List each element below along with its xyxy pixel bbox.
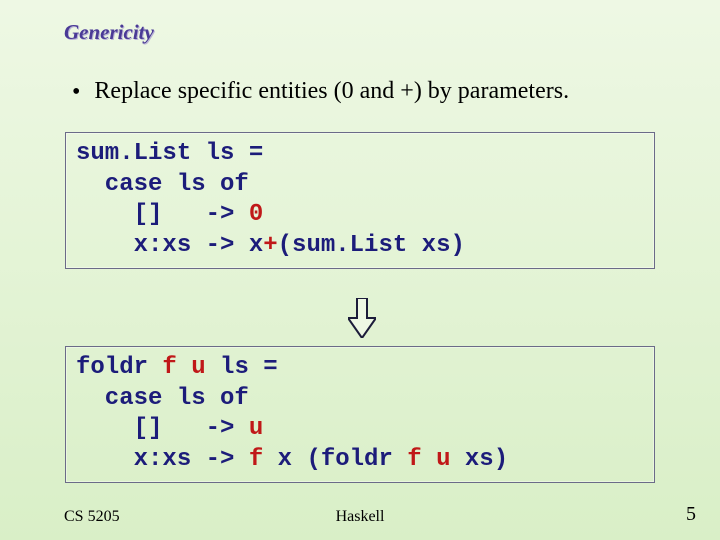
down-arrow-icon xyxy=(348,298,376,338)
code-line: (sum.List xs) xyxy=(278,232,465,259)
code-highlight: + xyxy=(263,232,277,259)
code-sumlist: sum.List ls = case ls of [] -> 0 x:xs ->… xyxy=(76,139,644,262)
bullet-marker: • xyxy=(72,80,80,104)
code-line: ls = xyxy=(206,354,278,381)
code-line: case ls of xyxy=(76,385,249,412)
code-box-sumlist: sum.List ls = case ls of [] -> 0 x:xs ->… xyxy=(65,132,655,269)
code-line: sum.List ls = xyxy=(76,140,263,167)
code-box-foldr: foldr f u ls = case ls of [] -> u x:xs -… xyxy=(65,346,655,483)
code-line: x:xs -> x xyxy=(76,232,263,259)
bullet-text: Replace specific entities (0 and +) by p… xyxy=(94,78,569,105)
code-highlight: 0 xyxy=(249,201,263,228)
code-line: x (foldr xyxy=(263,446,407,473)
code-highlight: f u xyxy=(162,354,205,381)
code-line: x:xs -> xyxy=(76,446,249,473)
code-line: xs) xyxy=(450,446,508,473)
code-highlight: u xyxy=(249,415,263,442)
bullet-row: • Replace specific entities (0 and +) by… xyxy=(72,78,569,105)
footer-page-number: 5 xyxy=(686,503,696,526)
code-line: case ls of xyxy=(76,171,249,198)
code-line: foldr xyxy=(76,354,162,381)
code-highlight: f xyxy=(249,446,263,473)
footer-topic: Haskell xyxy=(0,508,720,526)
code-highlight: f u xyxy=(407,446,450,473)
code-line: [] -> xyxy=(76,201,249,228)
slide-title: Genericity xyxy=(64,20,154,45)
code-line: [] -> xyxy=(76,415,249,442)
code-foldr: foldr f u ls = case ls of [] -> u x:xs -… xyxy=(76,353,644,476)
